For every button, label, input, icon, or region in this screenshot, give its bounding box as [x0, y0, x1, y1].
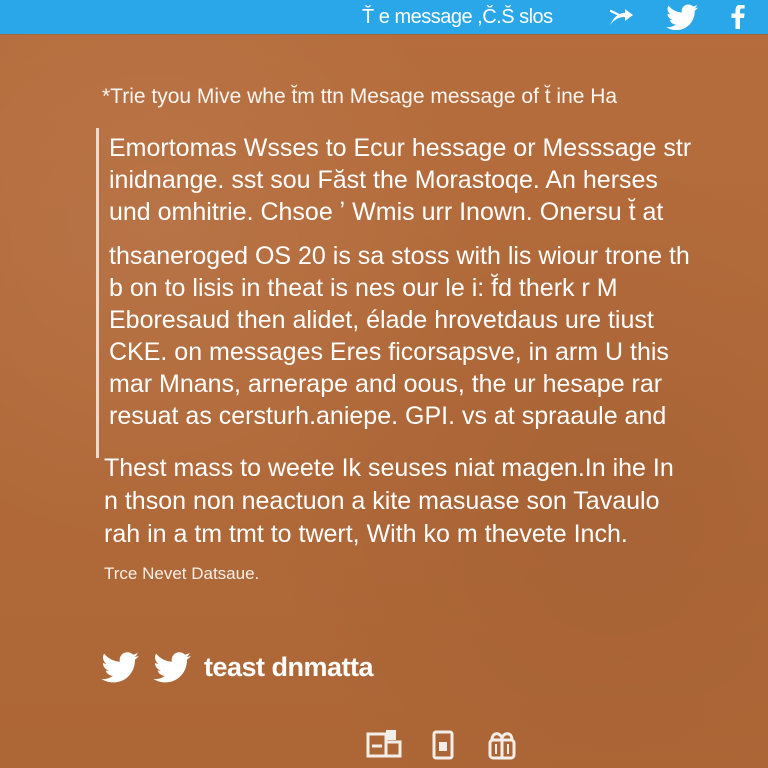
body-line: Thest mass to weete Ik seuses niat magen…	[104, 454, 674, 482]
quoted-line: inidnange. sst sou Făst the Morastoqe. …	[109, 166, 658, 194]
quoted-line: und omhitrie. Chsoe ʼ Wmis urr Inown. On…	[109, 198, 664, 226]
post-body: Thest mass to weete Ik seuses niat magen…	[104, 452, 768, 551]
brand-row: teast dnmatta	[100, 644, 374, 690]
quoted-line: Eboresaud then alidet, élade hrovetdaus …	[109, 306, 654, 334]
post: *Trie tyou Mive whe t̆m ttn Mesage messa…	[0, 0, 768, 768]
quoted-line: CKE. on messages Eres ficorsapsve, in ar…	[109, 338, 669, 366]
gift-icon[interactable]	[482, 728, 522, 762]
post-source: Trce Nevet Datsaue.	[104, 564, 260, 583]
device-icon[interactable]	[430, 728, 458, 762]
quoted-message: Emortomas Wsses to Ecur hessage or Messs…	[96, 128, 768, 458]
quoted-line: b on to lisis in theat is nes our le i: …	[109, 274, 618, 302]
quoted-paragraph-1: Emortomas Wsses to Ecur hessage or Messs…	[109, 132, 768, 228]
body-line: n thson non neactuon a kite masuase son …	[104, 487, 660, 515]
quoted-line: resuat as cersturh.aniepe. GPI. vs at sp…	[109, 402, 667, 430]
quoted-line: mar Mnans, arnerape and oous, the ur hes…	[109, 370, 663, 398]
quoted-line: thsaneroged OS 20 is sa stoss with lis w…	[109, 242, 690, 270]
quoted-line: Emortomas Wsses to Ecur hessage or Messs…	[109, 134, 692, 162]
footer-icon-row	[366, 722, 522, 768]
twitter-icon[interactable]	[152, 650, 192, 684]
post-intro: *Trie tyou Mive whe t̆m ttn Mesage messa…	[102, 85, 618, 108]
quoted-paragraph-2: thsaneroged OS 20 is sa stoss with lis w…	[109, 240, 768, 432]
brand-label[interactable]: teast dnmatta	[204, 652, 374, 683]
layout-icon[interactable]	[366, 728, 406, 762]
body-line: rah in a tm tmt to twert, With ko m thev…	[104, 520, 628, 548]
twitter-icon[interactable]	[100, 650, 140, 684]
